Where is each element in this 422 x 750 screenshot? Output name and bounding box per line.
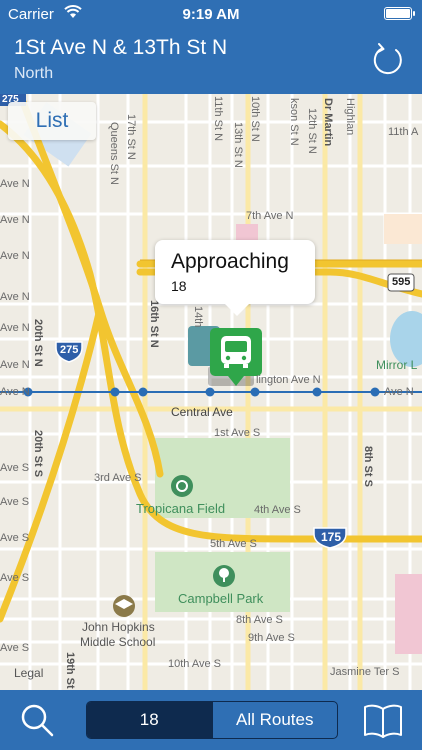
- school-icon: [113, 595, 135, 617]
- shield-595-label: 595: [392, 276, 411, 288]
- street-highland: Highlan: [344, 98, 356, 136]
- street-17th-st-n: 17th St N: [125, 114, 137, 160]
- route-stop-dot: [250, 387, 260, 397]
- route-stop-dot: [370, 387, 380, 397]
- map-legal-link[interactable]: Legal: [14, 666, 43, 680]
- route-stop-dot: [110, 387, 120, 397]
- route-stop-dot: [138, 387, 148, 397]
- street-13th-st-n: 13th St N: [232, 122, 244, 168]
- stop-title: 1St Ave N & 13Th St N: [14, 36, 228, 59]
- street-dr-martin: Dr Martin: [322, 98, 334, 147]
- street-central-ave: Central Ave: [171, 405, 233, 419]
- route-stop-dot: [312, 387, 322, 397]
- street-4th-ave-s: 4th Ave S: [254, 504, 301, 516]
- street-10th-ave-s: 10th Ave S: [168, 658, 222, 670]
- route-stop-dot: [205, 387, 215, 397]
- street-left-ave-s: Ave S: [0, 572, 30, 584]
- street-8th-st-s: 8th St S: [362, 446, 374, 487]
- street-left-ave-n: Ave N: [0, 178, 30, 190]
- route-filter-segmented-control: 18 All Routes: [86, 701, 338, 739]
- arrival-callout[interactable]: Approaching 18: [155, 240, 315, 316]
- callout-route: 18: [171, 278, 187, 294]
- poi-mirror-lake: Mirror L: [376, 358, 418, 372]
- street-queens-st-n: Queens St N: [108, 122, 120, 185]
- street-14th-st: 14th: [192, 306, 204, 328]
- street-jackson-st-n: kson St N: [288, 98, 300, 146]
- street-3rd-ave-s: 3rd Ave S: [94, 472, 142, 484]
- street-left-ave-s: Ave S: [0, 462, 30, 474]
- street-19th-st: 19th St: [64, 652, 76, 689]
- clock: 9:19 AM: [182, 6, 240, 23]
- battery-icon: [384, 7, 415, 20]
- street-12th-st-n: 12th St N: [306, 108, 318, 154]
- poi-john-hopkins-line2: Middle School: [80, 635, 156, 649]
- park-icon: [213, 565, 235, 587]
- street-jasmine-ter-s: Jasmine Ter S: [330, 666, 400, 678]
- street-9th-ave-s: 9th Ave S: [248, 632, 295, 644]
- street-left-ave-s: Ave S: [0, 642, 30, 654]
- poi-campbell-park: Campbell Park: [178, 591, 264, 606]
- street-7th-ave-n: 7th Ave N: [246, 210, 294, 222]
- street-1st-ave-s: 1st Ave S: [214, 427, 261, 439]
- battery-level: [386, 9, 410, 18]
- street-5th-ave-s: 5th Ave S: [210, 538, 257, 550]
- list-button[interactable]: List: [8, 102, 96, 140]
- search-icon[interactable]: [18, 702, 56, 740]
- shield-175-label: 175: [321, 530, 342, 544]
- segment-all-routes[interactable]: All Routes: [211, 702, 338, 738]
- poi-tropicana-field: Tropicana Field: [136, 501, 226, 516]
- bottom-toolbar: 18 All Routes: [0, 690, 422, 750]
- street-16th-st-n: 16th St N: [148, 300, 160, 348]
- street-left-ave-s: Ave S: [0, 496, 30, 508]
- navigation-header: Carrier 9:19 AM 1St Ave N & 13Th St N No…: [0, 0, 422, 94]
- map-view[interactable]: 7th Ave N Central Ave 1st Ave S 3rd Ave …: [0, 94, 422, 690]
- street-arlington-ave-n: lington Ave N: [256, 374, 321, 386]
- street-20th-st-n: 20th St N: [32, 319, 44, 367]
- street-20th-st-s: 20th St S: [32, 430, 44, 478]
- book-icon[interactable]: [362, 702, 404, 740]
- street-left-ave-n: Ave N: [0, 359, 30, 371]
- status-bar: Carrier 9:19 AM: [0, 0, 422, 30]
- street-left-ave-s: Ave S: [0, 532, 30, 544]
- street-11th-st-n: 11th St N: [212, 96, 224, 142]
- poi-john-hopkins-line1: John Hopkins: [82, 620, 155, 634]
- shield-275-label: 275: [60, 344, 79, 356]
- street-ave-n-left: Ave N: [0, 386, 30, 398]
- street-8th-ave-s: 8th Ave S: [236, 614, 283, 626]
- segment-route-18[interactable]: 18: [87, 702, 212, 738]
- street-11th-ave: 11th A: [388, 126, 419, 138]
- street-ave-n-right: Ave N: [384, 386, 414, 398]
- stop-direction: North: [14, 65, 54, 82]
- street-left-ave-n: Ave N: [0, 291, 30, 303]
- street-left-ave-n: Ave N: [0, 322, 30, 334]
- stadium-icon: [171, 475, 193, 497]
- refresh-icon[interactable]: [370, 42, 406, 78]
- street-left-ave-n: Ave N: [0, 214, 30, 226]
- street-left-ave-n: Ave N: [0, 250, 30, 262]
- street-10th-st-n: 10th St N: [249, 96, 261, 142]
- callout-title: Approaching: [171, 250, 289, 273]
